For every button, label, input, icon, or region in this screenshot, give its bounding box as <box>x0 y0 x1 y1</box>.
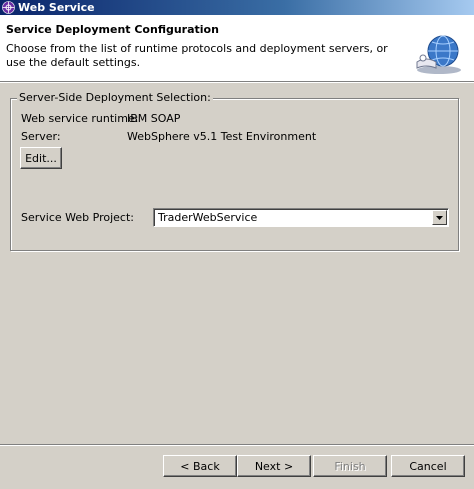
runtime-value: IBM SOAP <box>127 112 181 125</box>
window-title: Web Service <box>18 1 95 14</box>
button-bar-separator <box>0 444 474 446</box>
server-value: WebSphere v5.1 Test Environment <box>127 130 317 143</box>
server-label: Server: <box>21 130 61 143</box>
wizard-header: Service Deployment Configuration Choose … <box>0 15 474 83</box>
finish-button[interactable]: Finish <box>313 455 387 477</box>
page-title: Service Deployment Configuration <box>6 23 219 36</box>
runtime-label: Web service runtime: <box>21 112 139 125</box>
title-bar: Web Service <box>0 0 474 15</box>
edit-button[interactable]: Edit... <box>20 147 62 169</box>
cancel-button[interactable]: Cancel <box>391 455 465 477</box>
app-icon <box>2 1 15 14</box>
group-legend: Server-Side Deployment Selection: <box>17 91 213 105</box>
next-button[interactable]: Next > <box>237 455 311 477</box>
service-web-project-value: TraderWebService <box>158 211 258 224</box>
back-button[interactable]: < Back <box>163 455 237 477</box>
service-web-project-combo[interactable]: TraderWebService <box>153 208 449 227</box>
dropdown-arrow-icon[interactable] <box>432 210 447 225</box>
globe-icon <box>414 32 464 76</box>
service-web-project-label: Service Web Project: <box>21 211 134 224</box>
page-description: Choose from the list of runtime protocol… <box>6 42 388 69</box>
